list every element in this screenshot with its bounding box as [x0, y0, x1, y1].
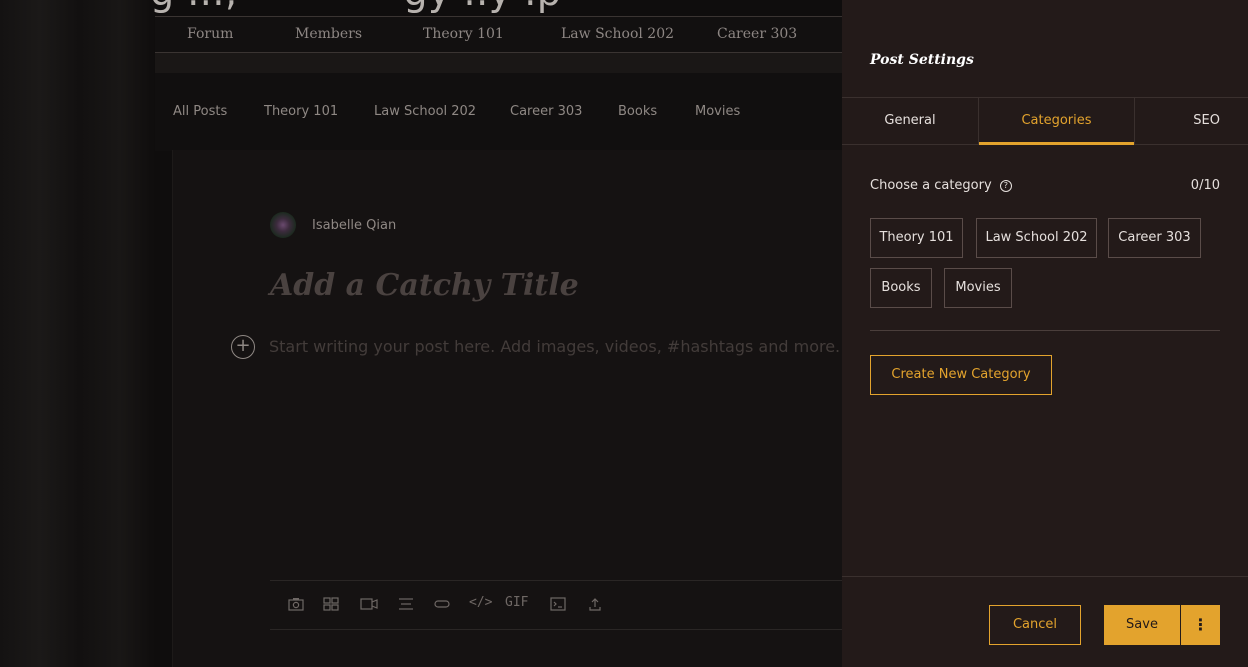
tab-seo[interactable]: SEO [1135, 98, 1248, 145]
nav-item-members[interactable]: Members [295, 26, 362, 42]
category-tab-career-303[interactable]: Career 303 [510, 104, 582, 119]
code-icon[interactable]: </> [469, 595, 492, 610]
camera-icon[interactable] [288, 597, 304, 611]
nav-item-theory-101[interactable]: Theory 101 [423, 26, 504, 42]
vertical-dots-icon[interactable]: ⋮ [1181, 605, 1220, 645]
author-name: Isabelle Qian [312, 217, 397, 233]
avatar [270, 212, 296, 238]
code-block-icon[interactable] [550, 597, 566, 611]
post-author: Isabelle Qian [270, 212, 396, 238]
category-tab-books[interactable]: Books [618, 104, 657, 119]
post-settings-panel: Post Settings General Categories SEO Cho… [842, 0, 1248, 667]
divider-icon[interactable] [398, 597, 414, 611]
category-chip-law-school-202[interactable]: Law School 202 [976, 218, 1097, 258]
plus-circle-icon[interactable]: + [231, 335, 255, 359]
category-tab-movies[interactable]: Movies [695, 104, 740, 119]
save-button[interactable]: Save [1104, 605, 1180, 645]
gif-icon[interactable]: GIF [505, 595, 528, 610]
body-input[interactable]: Start writing your post here. Add images… [269, 337, 840, 356]
upload-icon[interactable] [588, 597, 602, 611]
site-nav: Forum Members Theory 101 Law School 202 … [155, 16, 845, 53]
choose-category-label: Choose a category ? [870, 178, 1012, 193]
category-chip-theory-101[interactable]: Theory 101 [870, 218, 963, 258]
nav-item-forum[interactable]: Forum [187, 26, 233, 42]
cancel-button[interactable]: Cancel [989, 605, 1081, 645]
title-input[interactable]: Add a Catchy Title [270, 268, 579, 303]
category-chip-books[interactable]: Books [870, 268, 932, 308]
panel-footer-divider [842, 576, 1248, 577]
category-tab-theory-101[interactable]: Theory 101 [264, 104, 338, 119]
panel-title: Post Settings [870, 52, 974, 68]
settings-tabs: General Categories SEO [842, 97, 1248, 145]
nav-band [155, 53, 845, 73]
question-circle-icon[interactable]: ? [999, 180, 1012, 192]
category-counter: 0/10 [1190, 178, 1220, 193]
editor-toolbar: </> GIF [270, 580, 845, 630]
divider [870, 330, 1220, 331]
category-tabs: All Posts Theory 101 Law School 202 Care… [155, 73, 845, 151]
choose-category-text: Choose a category [870, 178, 992, 193]
background-headline: g ..., — — — gy ..y .p [150, 0, 561, 14]
create-category-button[interactable]: Create New Category [870, 355, 1052, 395]
category-chip-career-303[interactable]: Career 303 [1108, 218, 1201, 258]
button-icon[interactable] [434, 597, 450, 611]
category-chip-movies[interactable]: Movies [944, 268, 1012, 308]
category-tab-all-posts[interactable]: All Posts [173, 104, 227, 119]
nav-item-law-school-202[interactable]: Law School 202 [561, 26, 674, 42]
gallery-icon[interactable] [323, 597, 339, 611]
tab-categories[interactable]: Categories [979, 98, 1134, 145]
video-icon[interactable] [360, 597, 378, 611]
tab-general[interactable]: General [842, 98, 978, 145]
nav-item-career-303[interactable]: Career 303 [717, 26, 797, 42]
category-tab-law-school-202[interactable]: Law School 202 [374, 104, 476, 119]
